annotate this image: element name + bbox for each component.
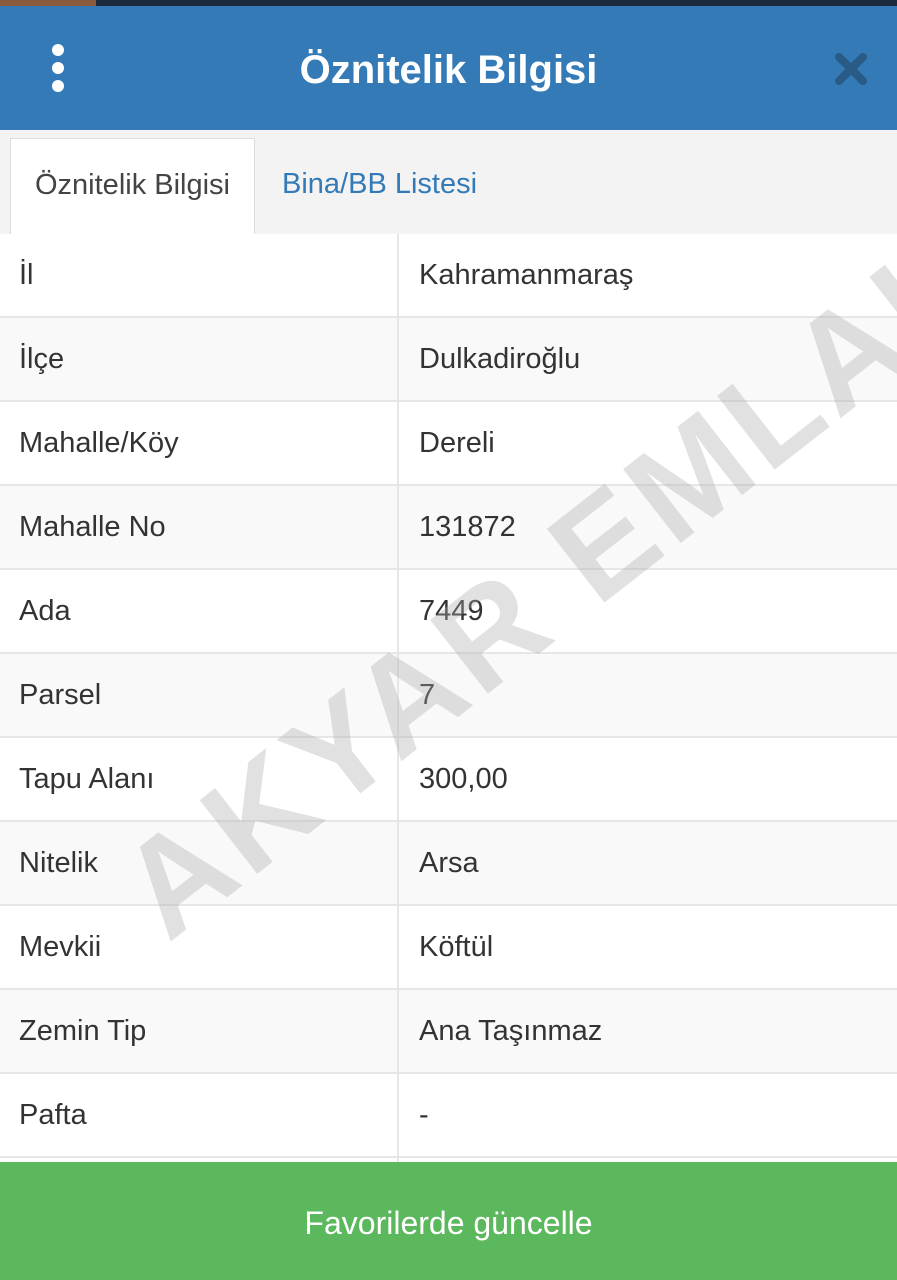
attribute-label: İlçe [19, 343, 65, 375]
attribute-value: Arsa [419, 847, 479, 879]
attribute-value: Köftül [419, 931, 494, 963]
attribute-table: İl Kahramanmaraş İlçe Dulkadiroğlu Mahal… [0, 234, 897, 1158]
table-row: Ada 7449 [0, 570, 897, 654]
attribute-label: Tapu Alanı [19, 763, 155, 795]
attribute-label: Ada [19, 595, 71, 627]
vertical-ellipsis-icon [52, 44, 64, 56]
close-icon [835, 53, 867, 85]
attribute-value: Dulkadiroğlu [419, 343, 581, 375]
attribute-value: 7 [419, 679, 436, 711]
table-row: İlçe Dulkadiroğlu [0, 318, 897, 402]
attribute-value: 300,00 [419, 763, 508, 795]
attribute-label: Pafta [19, 1099, 87, 1131]
table-row: Mahalle/Köy Dereli [0, 402, 897, 486]
attribute-value: 131872 [419, 511, 516, 543]
tab-building-list[interactable]: Bina/BB Listesi [282, 138, 477, 234]
vertical-ellipsis-icon [52, 62, 64, 74]
attribute-value: 7449 [419, 595, 484, 627]
attribute-label: Mevkii [19, 931, 102, 963]
table-row: Mahalle No 131872 [0, 486, 897, 570]
attribute-label: Parsel [19, 679, 102, 711]
table-row: Zemin Tip Ana Taşınmaz [0, 990, 897, 1074]
table-row: İl Kahramanmaraş [0, 234, 897, 318]
attribute-label: Mahalle/Köy [19, 427, 179, 459]
close-button[interactable] [826, 44, 876, 94]
tab-bar: Öznitelik Bilgisi Bina/BB Listesi [0, 130, 897, 236]
menu-button[interactable] [32, 40, 84, 96]
attribute-label: Zemin Tip [19, 1015, 147, 1047]
table-row: Nitelik Arsa [0, 822, 897, 906]
attribute-value: Ana Taşınmaz [419, 1015, 603, 1047]
attribute-value: Kahramanmaraş [419, 259, 634, 291]
header-bar: Öznitelik Bilgisi [0, 6, 897, 130]
attribute-value: - [419, 1099, 429, 1131]
column-divider [397, 234, 399, 1162]
table-row: Parsel 7 [0, 654, 897, 738]
page-title: Öznitelik Bilgisi [299, 48, 598, 92]
table-row: Pafta - [0, 1074, 897, 1158]
attribute-info-screen: Öznitelik Bilgisi Öznitelik Bilgisi Bina… [0, 0, 897, 1280]
attribute-label: Nitelik [19, 847, 98, 879]
tab-attribute-info[interactable]: Öznitelik Bilgisi [10, 138, 255, 235]
attribute-value: Dereli [419, 427, 495, 459]
vertical-ellipsis-icon [52, 80, 64, 92]
attribute-label: İl [19, 259, 34, 291]
table-row: Tapu Alanı 300,00 [0, 738, 897, 822]
attribute-label: Mahalle No [19, 511, 166, 543]
table-row: Mevkii Köftül [0, 906, 897, 990]
update-favorites-button[interactable]: Favorilerde güncelle [0, 1162, 897, 1280]
